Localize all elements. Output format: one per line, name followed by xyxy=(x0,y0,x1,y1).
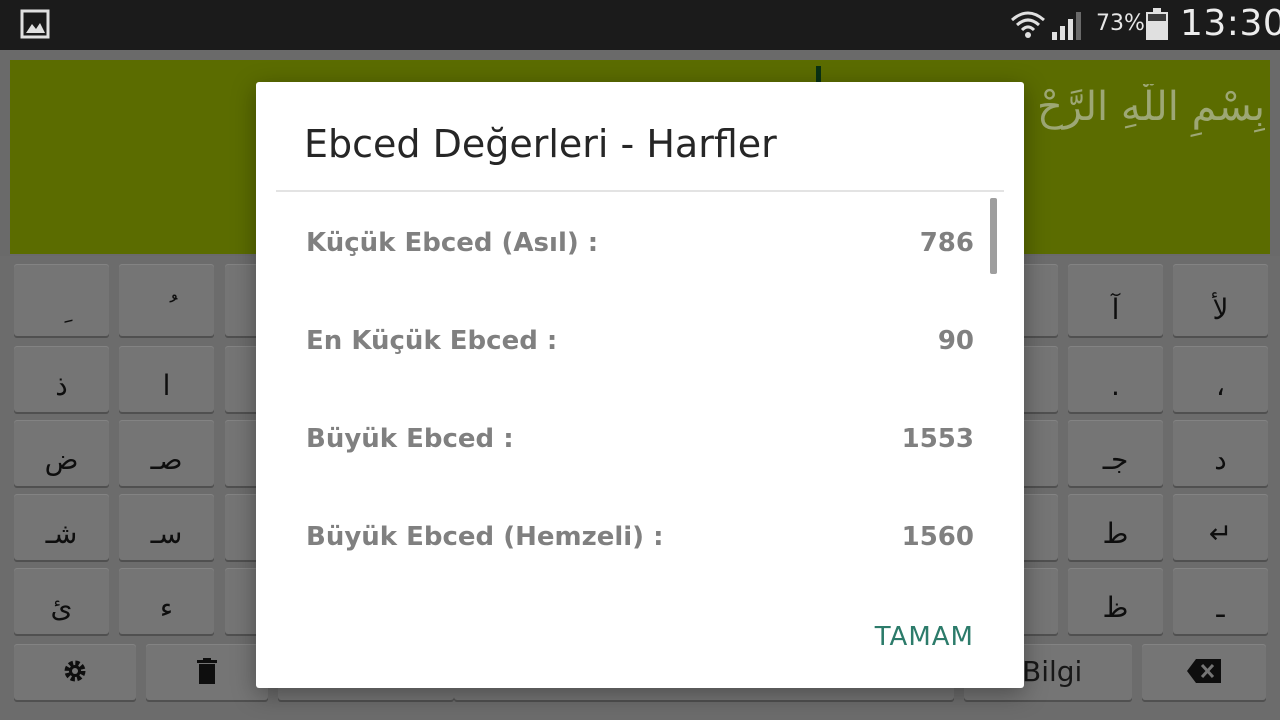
signal-icon xyxy=(1052,12,1081,40)
row-label: Büyük Ebced : xyxy=(306,424,514,454)
status-bar: 73% 13:30 xyxy=(0,0,1280,50)
dialog-title: Ebced Değerleri - Harfler xyxy=(304,122,777,166)
row-label: Büyük Ebced (Hemzeli) : xyxy=(306,522,664,552)
list-item: En Küçük Ebced : 90 xyxy=(306,326,974,366)
battery-icon xyxy=(1146,8,1168,40)
row-label: En Küçük Ebced : xyxy=(306,326,558,356)
clock: 13:30 xyxy=(1180,3,1280,44)
gallery-icon xyxy=(20,9,50,39)
dialog-scrollbar[interactable] xyxy=(990,198,997,274)
battery-percent: 73% xyxy=(1096,11,1145,36)
wifi-icon xyxy=(1011,11,1045,38)
row-value: 90 xyxy=(937,326,974,356)
ok-button[interactable]: TAMAM xyxy=(875,622,974,652)
list-item: Büyük Ebced : 1553 xyxy=(306,424,974,464)
list-item: Büyük Ebced (Hemzeli) : 1560 xyxy=(306,522,974,562)
row-value: 786 xyxy=(919,228,974,258)
row-label: Küçük Ebced (Asıl) : xyxy=(306,228,599,258)
ebced-dialog: Ebced Değerleri - Harfler Küçük Ebced (A… xyxy=(256,82,1024,688)
title-divider xyxy=(276,190,1004,192)
row-value: 1553 xyxy=(901,424,974,454)
row-value: 1560 xyxy=(901,522,974,552)
list-item: Küçük Ebced (Asıl) : 786 xyxy=(306,228,974,268)
